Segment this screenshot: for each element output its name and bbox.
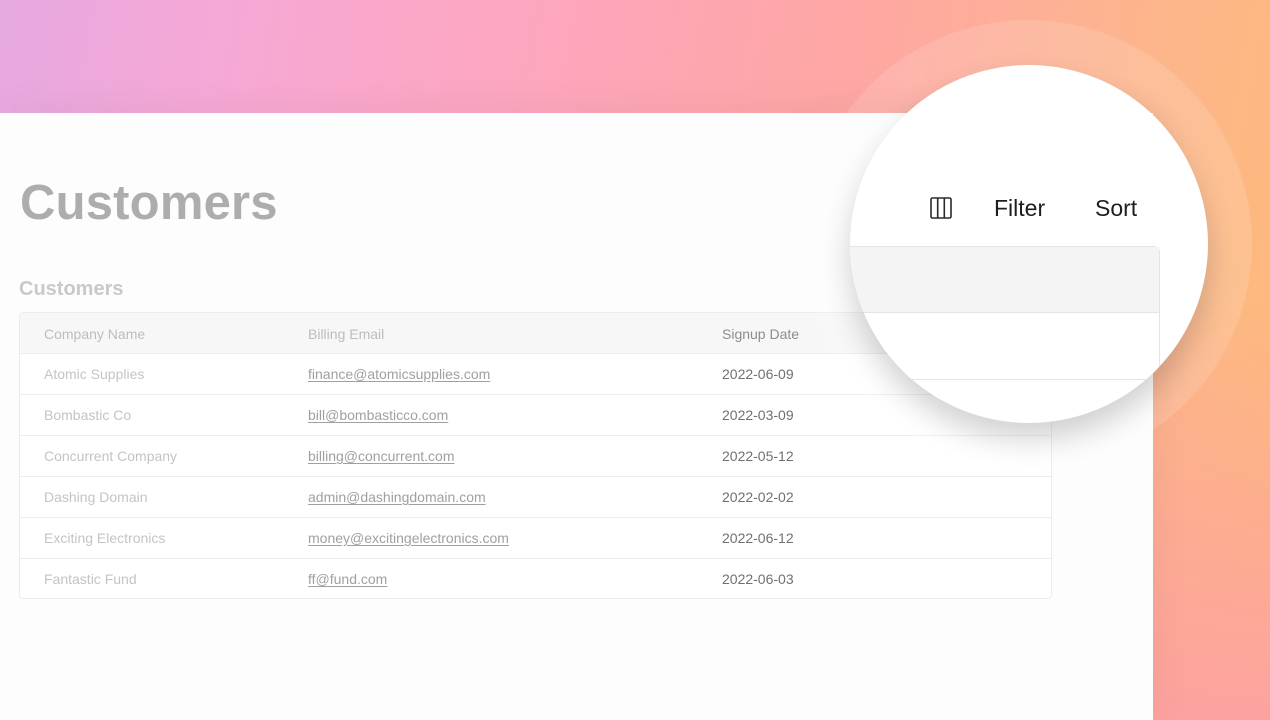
magnified-table [850,246,1160,380]
company-name-cell: Fantastic Fund [44,571,137,587]
table-row[interactable]: Dashing Domain admin@dashingdomain.com 2… [20,477,1051,518]
page-title: Customers [20,176,278,230]
magnified-toolbar: Filter Sort [850,65,1208,423]
company-name-cell: Atomic Supplies [44,366,145,382]
signup-date-cell: 2022-06-12 [722,530,794,546]
sort-button[interactable]: Sort [1095,195,1137,222]
magnifier-lens: Filter Sort [850,65,1208,423]
billing-email-link[interactable]: money@excitingelectronics.com [308,530,509,546]
filter-button[interactable]: Filter [994,195,1045,222]
company-name-cell: Exciting Electronics [44,530,166,546]
company-name-cell: Concurrent Company [44,448,178,464]
signup-date-cell: 2022-06-09 [722,366,794,382]
signup-date-cell: 2022-02-02 [722,489,794,505]
table-row[interactable]: Fantastic Fund ff@fund.com 2022-06-03 [20,559,1051,600]
billing-email-link[interactable]: ff@fund.com [308,571,387,587]
column-header-signup-date[interactable]: Signup Date [722,326,799,342]
signup-date-cell: 2022-06-03 [722,571,794,587]
billing-email-link[interactable]: admin@dashingdomain.com [308,489,486,505]
billing-email-link[interactable]: billing@concurrent.com [308,448,455,464]
column-header-billing-email[interactable]: Billing Email [308,326,384,342]
columns-icon[interactable] [930,197,952,219]
signup-date-cell: 2022-03-09 [722,407,794,423]
company-name-cell: Dashing Domain [44,489,148,505]
company-name-cell: Bombastic Co [44,407,132,423]
section-title: Customers [19,278,124,300]
magnified-table-header [850,247,1159,313]
magnified-table-row [850,313,1159,379]
table-row[interactable]: Concurrent Company billing@concurrent.co… [20,436,1051,477]
table-row[interactable]: Exciting Electronics money@excitingelect… [20,518,1051,559]
column-header-company-name[interactable]: Company Name [44,326,145,342]
billing-email-link[interactable]: bill@bombasticco.com [308,407,448,423]
billing-email-link[interactable]: finance@atomicsupplies.com [308,366,490,382]
signup-date-cell: 2022-05-12 [722,448,794,464]
